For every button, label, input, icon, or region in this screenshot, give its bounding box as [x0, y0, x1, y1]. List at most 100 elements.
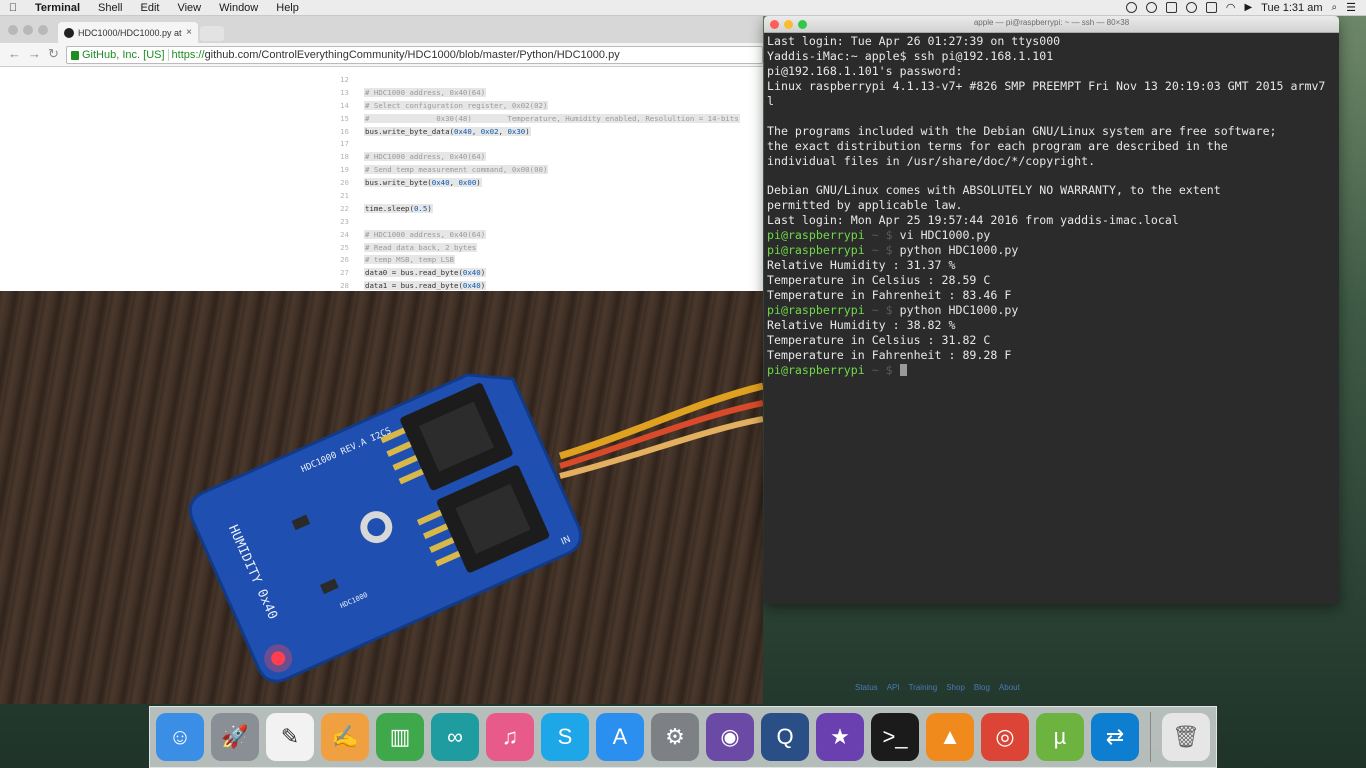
footer-link-about[interactable]: About [999, 683, 1020, 692]
terminal-text: Temperature in Fahrenheit : 83.46 F [767, 287, 1012, 302]
line-number: 22 [340, 203, 349, 213]
code-text: time.sleep(0.5) [364, 203, 433, 213]
tab-close-icon[interactable]: × [186, 27, 192, 38]
trash-icon[interactable]: 🗑 [1162, 713, 1210, 761]
new-tab-button[interactable] [200, 26, 224, 41]
code-text: # Read data back, 2 bytes [364, 242, 478, 252]
tab-title: HDC1000/HDC1000.py at [78, 27, 182, 38]
ev-certificate-badge[interactable]: GitHub, Inc. [US] [71, 49, 165, 61]
ev-label: GitHub, Inc. [US] [82, 49, 165, 61]
itunes-icon[interactable]: ♫ [486, 713, 534, 761]
pages-icon[interactable]: ✍ [321, 713, 369, 761]
terminal-line: individual files in /usr/share/doc/*/cop… [767, 154, 1336, 169]
textedit-icon[interactable]: ✎ [266, 713, 314, 761]
dropbox-icon[interactable] [1165, 2, 1177, 13]
utorrent-icon[interactable]: µ [1036, 713, 1084, 761]
line-number: 19 [340, 165, 349, 175]
terminal-title: apple — pi@raspberrypi: ~ — ssh — 80×38 [973, 18, 1130, 27]
code-text: # HDC1000 address, 0x40(64) [364, 229, 487, 239]
code-line: 27 data0 = bus.read_byte(0x40) [335, 266, 763, 279]
line-number: 21 [340, 190, 349, 200]
wifi-icon[interactable]: ◠ [1226, 1, 1236, 14]
footer-link-training[interactable]: Training [909, 683, 938, 692]
code-line: 19 # Send temp measurement command, 0x00(… [335, 163, 763, 176]
zoom-window-button[interactable] [38, 25, 48, 35]
timemachine-icon[interactable] [1185, 2, 1197, 13]
code-line: 12 [335, 73, 763, 86]
browser-tab[interactable]: HDC1000/HDC1000.py at × [58, 22, 198, 43]
bluetooth-icon[interactable] [1205, 2, 1217, 13]
system-preferences-icon[interactable]: ⚙ [651, 713, 699, 761]
code-line: 20 bus.write_byte(0x40, 0x00) [335, 176, 763, 189]
terminal-line: pi@raspberrypi ~ $ [767, 363, 1336, 378]
terminal-line: Yaddis-iMac:~ apple$ ssh pi@192.168.1.10… [767, 49, 1336, 64]
terminal-text: Relative Humidity : 31.37 % [767, 258, 956, 273]
chrome-icon[interactable]: ◎ [981, 713, 1029, 761]
app-store-icon[interactable]: A [596, 713, 644, 761]
terminal-line: l [767, 94, 1336, 109]
notification-center-icon[interactable]: ☰ [1346, 1, 1356, 14]
close-window-button[interactable] [8, 25, 18, 35]
code-line: 24 # HDC1000 address, 0x40(64) [335, 228, 763, 241]
terminal-icon[interactable]: >_ [871, 713, 919, 761]
github-favicon-icon [64, 27, 74, 38]
terminal-window[interactable]: apple — pi@raspberrypi: ~ — ssh — 80×38 … [764, 16, 1339, 604]
menu-bar:  Terminal Shell Edit View Window Help ◠… [0, 0, 1366, 16]
sync-icon[interactable] [1145, 2, 1157, 13]
minimize-window-button[interactable] [23, 25, 33, 35]
vlc-icon[interactable]: ▲ [926, 713, 974, 761]
terminal-text: ~ $ [864, 362, 893, 377]
record-icon[interactable] [1125, 2, 1137, 13]
terminal-text: Debian GNU/Linux comes with ABSOLUTELY N… [767, 183, 1221, 198]
menu-window[interactable]: Window [210, 0, 267, 16]
footer-link-status[interactable]: Status [855, 683, 878, 692]
quicktime-icon[interactable]: Q [761, 713, 809, 761]
clock-text[interactable]: Tue 1:31 am [1261, 2, 1322, 14]
terminal-line: pi@raspberrypi ~ $ python HDC1000.py [767, 243, 1336, 258]
line-number: 23 [340, 216, 349, 226]
code-text: # Select configuration register, 0x02(02… [364, 100, 549, 110]
forward-icon[interactable]: → [28, 46, 41, 61]
menu-help[interactable]: Help [267, 0, 308, 16]
terminal-text: Last login: Mon Apr 25 19:57:44 2016 fro… [767, 213, 1179, 228]
sensor-board-illustration: HUMIDITY 0x40 HDC1000 REV.A I2CS HDC1000… [188, 373, 763, 683]
imovie-icon[interactable]: ★ [816, 713, 864, 761]
menu-edit[interactable]: Edit [132, 0, 169, 16]
shell-prompt: pi@raspberrypi [767, 362, 865, 377]
footer-link-api[interactable]: API [887, 683, 900, 692]
text-cursor [899, 364, 907, 377]
menu-app-name[interactable]: Terminal [26, 0, 89, 16]
code-line: 18 # HDC1000 address, 0x40(64) [335, 150, 763, 163]
spotlight-icon[interactable]: ⌕ [1332, 2, 1338, 13]
line-number: 25 [340, 242, 349, 252]
code-text: bus.write_byte(0x40, 0x00) [364, 178, 482, 188]
terminal-output[interactable]: Last login: Tue Apr 26 01:27:39 on ttys0… [764, 33, 1339, 379]
back-icon[interactable]: ← [8, 46, 21, 61]
dock-divider [1150, 712, 1151, 762]
finder-icon[interactable]: ☺ [156, 713, 204, 761]
numbers-icon[interactable]: ▥ [376, 713, 424, 761]
terminal-titlebar[interactable]: apple — pi@raspberrypi: ~ — ssh — 80×38 [764, 16, 1339, 33]
apple-menu-icon[interactable]:  [0, 2, 26, 14]
terminal-line: pi@192.168.1.101's password: [767, 64, 1336, 79]
launchpad-icon[interactable]: 🚀 [211, 713, 259, 761]
skype-icon[interactable]: S [541, 713, 589, 761]
terminal-text: pi@192.168.1.101's password: [767, 63, 963, 78]
footer-link-blog[interactable]: Blog [974, 683, 990, 692]
teamviewer-icon[interactable]: ⇄ [1091, 713, 1139, 761]
menu-shell[interactable]: Shell [89, 0, 131, 16]
menu-view[interactable]: View [168, 0, 210, 16]
line-number: 18 [340, 152, 349, 162]
code-text: data0 = bus.read_byte(0x40) [364, 268, 487, 278]
footer-link-shop[interactable]: Shop [946, 683, 965, 692]
shell-prompt: pi@raspberrypi [767, 228, 865, 243]
volume-icon[interactable]: ▶ [1244, 2, 1252, 13]
terminal-text: l [767, 93, 774, 108]
github-desktop-icon[interactable]: ◉ [706, 713, 754, 761]
reload-icon[interactable]: ↻ [48, 46, 59, 62]
arduino-icon[interactable]: ∞ [431, 713, 479, 761]
line-number: 14 [340, 100, 349, 110]
address-bar[interactable]: GitHub, Inc. [US] https:// github.com/Co… [66, 46, 763, 64]
